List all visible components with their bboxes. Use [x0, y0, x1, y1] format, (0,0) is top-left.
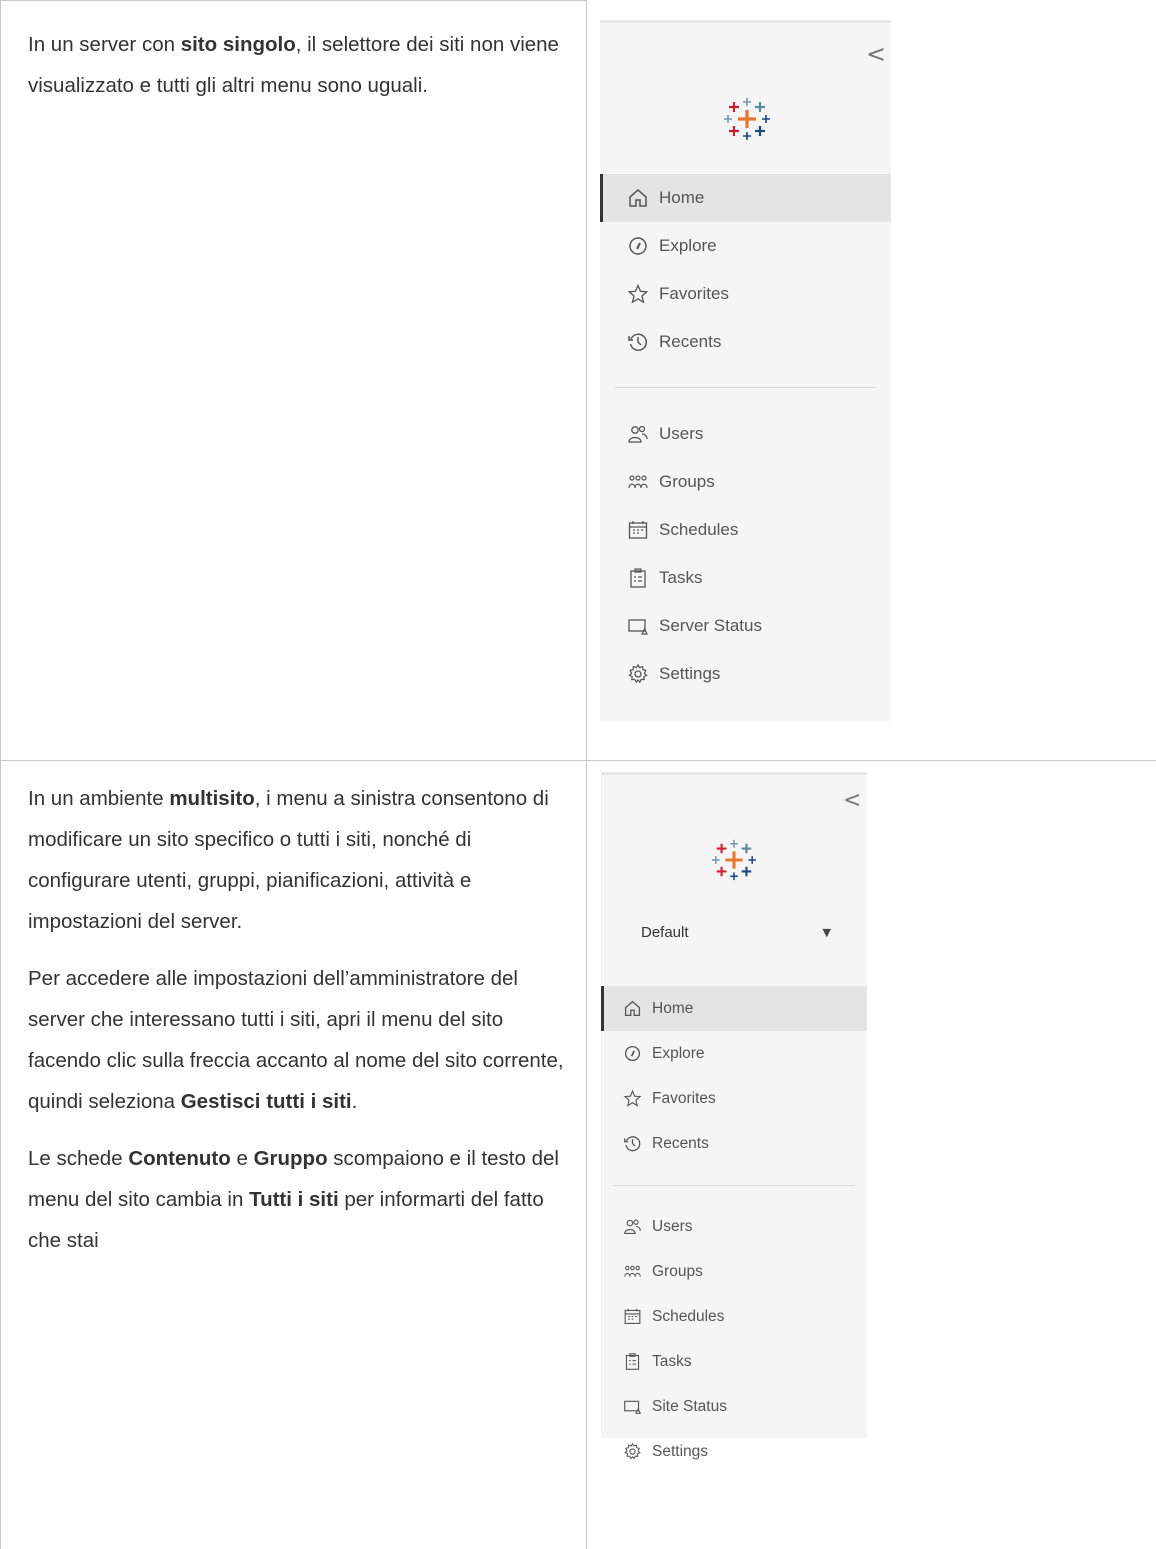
nav-item-home[interactable]: Home: [600, 174, 891, 222]
nav-item-label: Favorites: [652, 1089, 716, 1107]
sidebar-single-site: < Home Explore Favorites Recents Users G…: [600, 20, 891, 721]
nav-item-label: Explore: [652, 1044, 705, 1062]
nav-item-label: Settings: [652, 1442, 709, 1460]
nav-item-label: Groups: [659, 472, 715, 491]
site-selector-dropdown[interactable]: Default ▼: [641, 919, 831, 945]
bold-term: Gestisci tutti i siti: [180, 1090, 352, 1113]
users-icon: [623, 1217, 642, 1236]
collapse-sidebar-icon[interactable]: <: [843, 790, 861, 812]
chevron-down-icon: ▼: [822, 925, 831, 939]
text-run: In un ambiente: [28, 787, 170, 810]
tableau-logo: [712, 838, 756, 882]
table-border-left: [0, 0, 1, 1549]
nav-item-label: Users: [659, 424, 704, 443]
calendar-icon: [623, 1307, 642, 1326]
nav-item-recents[interactable]: Recents: [600, 318, 891, 366]
nav-item-users[interactable]: Users: [601, 1204, 867, 1249]
home-icon: [627, 187, 649, 209]
nav-separator: [615, 387, 876, 388]
server-status-icon: [623, 1397, 642, 1416]
nav-item-schedules[interactable]: Schedules: [600, 506, 891, 554]
text-run: In un server con: [28, 33, 181, 56]
nav-item-label: Explore: [659, 236, 717, 255]
sidebar-top-border: [600, 20, 891, 23]
server-status-icon: [627, 615, 649, 637]
groups-icon: [623, 1262, 642, 1281]
compass-icon: [627, 235, 649, 257]
nav-item-label: Favorites: [659, 284, 729, 303]
bold-term: sito singolo: [180, 33, 296, 56]
bold-term: Contenuto: [128, 1147, 231, 1170]
row2-description: In un ambiente multisito, i menu a sinis…: [28, 778, 576, 1261]
sidebar-top-border: [601, 772, 867, 775]
bold-term: Gruppo: [253, 1147, 328, 1170]
text-run: Le schede: [28, 1147, 129, 1170]
gear-icon: [627, 663, 649, 685]
nav-item-label: Server Status: [659, 616, 762, 635]
nav-item-settings[interactable]: Settings: [600, 650, 891, 698]
site-selector-value: Default: [641, 923, 689, 941]
groups-icon: [627, 471, 649, 493]
nav-separator: [613, 1185, 855, 1186]
nav-item-label: Groups: [652, 1262, 703, 1280]
row1-description: In un server con sito singolo, il selett…: [28, 24, 576, 106]
nav-item-explore[interactable]: Explore: [601, 1031, 867, 1076]
tableau-logo: [724, 96, 770, 142]
nav-item-home[interactable]: Home: [601, 986, 867, 1031]
table-row-divider: [0, 760, 1156, 761]
clipboard-icon: [627, 567, 649, 589]
sidebar-multisite: < Default ▼ Home Explore Favorites Recen…: [601, 772, 867, 1460]
nav-item-server-status[interactable]: Server Status: [600, 602, 891, 650]
star-icon: [623, 1089, 642, 1108]
nav-item-groups[interactable]: Groups: [600, 458, 891, 506]
text-run: e: [230, 1147, 254, 1170]
bold-term: Tutti i siti: [249, 1188, 339, 1211]
gear-icon: [623, 1442, 642, 1461]
nav-item-label: Tasks: [652, 1352, 692, 1370]
users-icon: [627, 423, 649, 445]
text-run: .: [351, 1090, 358, 1113]
clock-history-icon: [627, 331, 649, 353]
collapse-sidebar-icon[interactable]: <: [866, 42, 886, 66]
nav-item-label: Tasks: [659, 568, 703, 587]
nav-item-tasks[interactable]: Tasks: [600, 554, 891, 602]
nav-item-users[interactable]: Users: [600, 410, 891, 458]
tableau-logo-icon: [724, 98, 770, 140]
nav-item-settings[interactable]: Settings: [601, 1429, 867, 1474]
nav-item-favorites[interactable]: Favorites: [600, 270, 891, 318]
row1-paragraph: In un server con sito singolo, il selett…: [28, 24, 576, 106]
calendar-icon: [627, 519, 649, 541]
bold-term: multisito: [169, 787, 255, 810]
nav-item-explore[interactable]: Explore: [600, 222, 891, 270]
home-icon: [623, 999, 642, 1018]
star-icon: [627, 283, 649, 305]
row2-paragraph-2: Per accedere alle impostazioni dell’ammi…: [28, 958, 576, 1122]
nav-item-label: Site Status: [652, 1397, 727, 1415]
table-column-divider: [586, 0, 587, 1549]
nav-item-label: Schedules: [659, 520, 739, 539]
nav-item-label: Recents: [659, 332, 722, 351]
nav-item-tasks[interactable]: Tasks: [601, 1339, 867, 1384]
nav-item-label: Home: [652, 999, 694, 1017]
row2-paragraph-3: Le schede Contenuto e Gruppo scompaiono …: [28, 1138, 576, 1261]
nav-item-schedules[interactable]: Schedules: [601, 1294, 867, 1339]
nav-item-label: Users: [652, 1217, 693, 1235]
nav-item-recents[interactable]: Recents: [601, 1121, 867, 1166]
nav-item-label: Schedules: [652, 1307, 725, 1325]
tableau-logo-icon: [712, 839, 756, 881]
nav-item-label: Home: [659, 188, 705, 207]
nav-item-label: Settings: [659, 664, 721, 683]
nav-item-label: Recents: [652, 1134, 709, 1152]
compass-icon: [623, 1044, 642, 1063]
nav-item-site-status[interactable]: Site Status: [601, 1384, 867, 1429]
clock-history-icon: [623, 1134, 642, 1153]
nav-item-groups[interactable]: Groups: [601, 1249, 867, 1294]
clipboard-icon: [623, 1352, 642, 1371]
table-border-top: [0, 0, 586, 1]
row2-paragraph-1: In un ambiente multisito, i menu a sinis…: [28, 778, 576, 942]
nav-item-favorites[interactable]: Favorites: [601, 1076, 867, 1121]
